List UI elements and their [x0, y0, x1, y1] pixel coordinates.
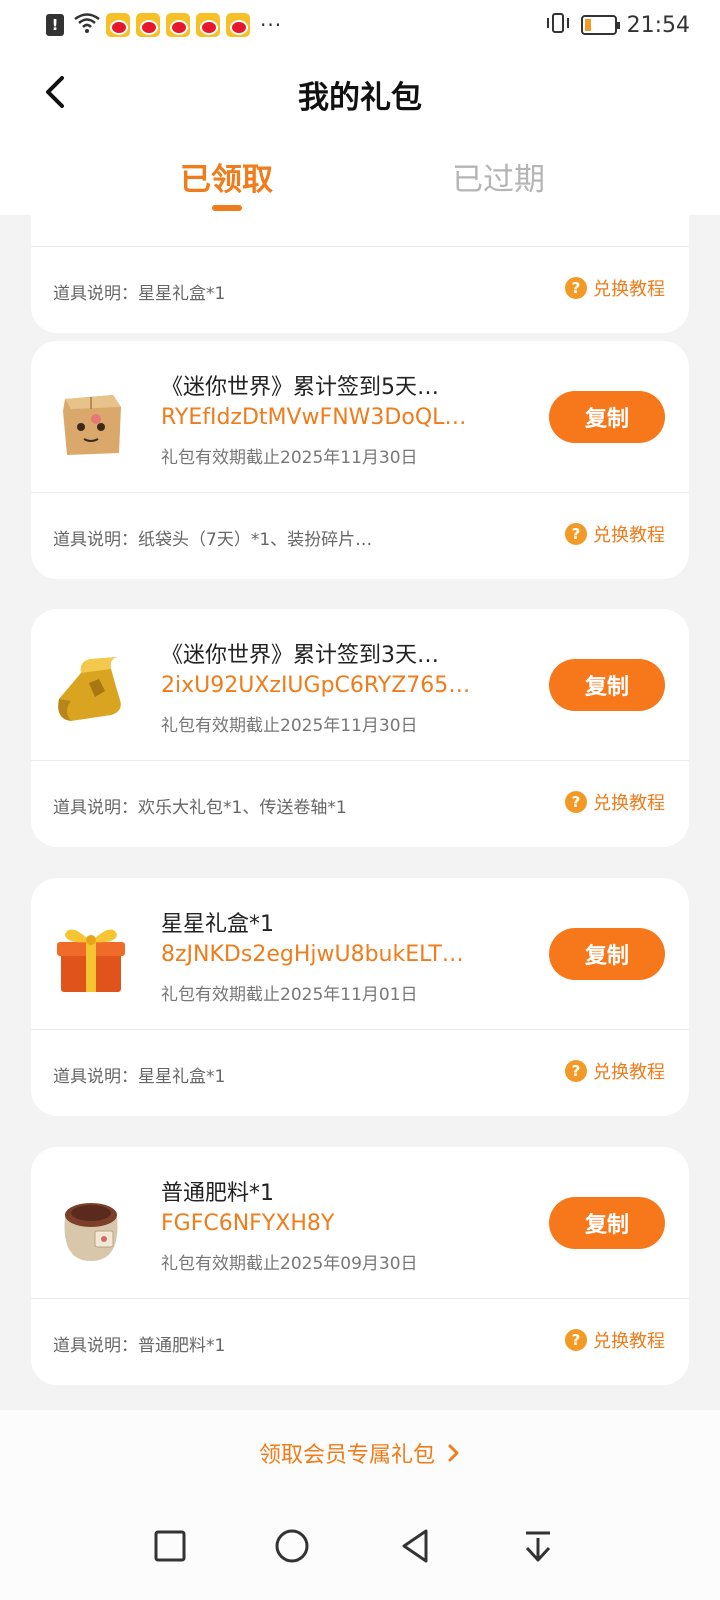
question-icon: ? [565, 277, 587, 299]
system-nav-bar [0, 1496, 720, 1600]
question-icon: ? [565, 523, 587, 545]
question-icon: ? [565, 1329, 587, 1351]
item-description: 道具说明：纸袋头（7天）*1、装扮碎片… [53, 530, 373, 550]
clock: 21:54 [626, 12, 690, 38]
tab-received[interactable]: 已领取 [180, 154, 273, 199]
battery-level [584, 19, 591, 31]
card-bottom: 道具说明：普通肥料*1 ? 兑换教程 [31, 1299, 689, 1385]
copy-button[interactable]: 复制 [549, 659, 665, 711]
expiry-date: 礼包有效期截止2025年09月30日 [161, 1254, 418, 1274]
fertilizer-bag-icon [51, 1187, 131, 1267]
weibo-icon [196, 13, 220, 37]
copy-button[interactable]: 复制 [549, 1197, 665, 1249]
chevron-right-icon [448, 1444, 459, 1462]
tab-indicator [212, 205, 242, 211]
card-bottom: 道具说明：星星礼盒*1 ? 兑换教程 [31, 1030, 689, 1116]
item-description: 道具说明：星星礼盒*1 [53, 284, 226, 304]
copy-button[interactable]: 复制 [549, 928, 665, 980]
paper-bag-head-icon [51, 381, 131, 461]
notification-pull-icon[interactable] [518, 1526, 558, 1566]
card-bottom: 道具说明：欢乐大礼包*1、传送卷轴*1 ? 兑换教程 [31, 761, 689, 847]
redeem-code: 8zJNKDs2egHjwU8bukELT… [161, 942, 464, 967]
back-icon[interactable] [396, 1526, 436, 1566]
item-description: 道具说明：普通肥料*1 [53, 1336, 226, 1356]
tutorial-link[interactable]: ? 兑换教程 [565, 1058, 665, 1084]
weibo-icon [226, 13, 250, 37]
expiry-date: 礼包有效期截止2025年11月30日 [161, 448, 418, 468]
redeem-code: RYEfIdzDtMVwFNW3DoQL… [161, 405, 467, 430]
question-icon: ? [565, 791, 587, 813]
battery-icon [580, 15, 620, 35]
gift-box-icon [51, 918, 131, 998]
item-name: 普通肥料*1 [161, 1181, 274, 1206]
member-gift-label: 领取会员专属礼包 [258, 1443, 435, 1468]
item-description: 道具说明：欢乐大礼包*1、传送卷轴*1 [53, 798, 347, 818]
alert-icon: ! [46, 14, 64, 36]
tab-expired[interactable]: 已过期 [452, 154, 545, 199]
gift-list[interactable]: 道具说明：星星礼盒*1 ? 兑换教程 《迷你世界》累计签到5天… RYEfIdz… [0, 215, 720, 1410]
gift-card: 《迷你世界》累计签到5天… RYEfIdzDtMVwFNW3DoQL… 礼包有效… [31, 341, 689, 579]
gift-card: 《迷你世界》累计签到3天… 2ixU92UXzIUGpC6RYZ765… 礼包有… [31, 609, 689, 847]
question-icon: ? [565, 1060, 587, 1082]
tutorial-link[interactable]: ? 兑换教程 [565, 275, 665, 301]
copy-button[interactable]: 复制 [549, 391, 665, 443]
card-top [31, 215, 689, 247]
golden-scroll-icon [51, 649, 131, 729]
tutorial-label: 兑换教程 [593, 1062, 665, 1083]
more-icon: ··· [260, 13, 283, 37]
card-bottom: 道具说明：纸袋头（7天）*1、装扮碎片… ? 兑换教程 [31, 493, 689, 579]
tutorial-label: 兑换教程 [593, 279, 665, 300]
member-gift-link[interactable]: 领取会员专属礼包 [0, 1410, 720, 1496]
vibrate-icon [545, 12, 571, 39]
tutorial-label: 兑换教程 [593, 525, 665, 546]
expiry-date: 礼包有效期截止2025年11月30日 [161, 716, 418, 736]
wifi-icon [74, 12, 100, 38]
gift-card-partial: 道具说明：星星礼盒*1 ? 兑换教程 [31, 215, 689, 333]
redeem-code: 2ixU92UXzIUGpC6RYZ765… [161, 673, 471, 698]
card-top: 星星礼盒*1 8zJNKDs2egHjwU8bukELT… 礼包有效期截止202… [31, 878, 689, 1030]
tutorial-label: 兑换教程 [593, 793, 665, 814]
redeem-code: FGFC6NFYXH8Y [161, 1211, 335, 1236]
tutorial-link[interactable]: ? 兑换教程 [565, 1327, 665, 1353]
gift-card: 普通肥料*1 FGFC6NFYXH8Y 礼包有效期截止2025年09月30日 复… [31, 1147, 689, 1385]
card-bottom: 道具说明：星星礼盒*1 ? 兑换教程 [31, 247, 689, 333]
recent-apps-icon[interactable] [150, 1526, 190, 1566]
card-top: 普通肥料*1 FGFC6NFYXH8Y 礼包有效期截止2025年09月30日 复… [31, 1147, 689, 1299]
header: 我的礼包 已领取 已过期 [0, 50, 720, 215]
tutorial-label: 兑换教程 [593, 1331, 665, 1352]
tutorial-link[interactable]: ? 兑换教程 [565, 521, 665, 547]
card-top: 《迷你世界》累计签到3天… 2ixU92UXzIUGpC6RYZ765… 礼包有… [31, 609, 689, 761]
item-name: 《迷你世界》累计签到3天… [161, 643, 439, 668]
item-name: 星星礼盒*1 [161, 912, 274, 937]
home-icon[interactable] [272, 1526, 312, 1566]
gift-card: 星星礼盒*1 8zJNKDs2egHjwU8bukELT… 礼包有效期截止202… [31, 878, 689, 1116]
weibo-icon [106, 13, 130, 37]
card-top: 《迷你世界》累计签到5天… RYEfIdzDtMVwFNW3DoQL… 礼包有效… [31, 341, 689, 493]
tutorial-link[interactable]: ? 兑换教程 [565, 789, 665, 815]
weibo-icon [136, 13, 160, 37]
status-bar: ! ··· 21:54 [0, 0, 720, 50]
expiry-date: 礼包有效期截止2025年11月01日 [161, 985, 418, 1005]
item-name: 《迷你世界》累计签到5天… [161, 375, 439, 400]
item-description: 道具说明：星星礼盒*1 [53, 1067, 226, 1087]
weibo-icon [166, 13, 190, 37]
page-title: 我的礼包 [298, 80, 422, 116]
